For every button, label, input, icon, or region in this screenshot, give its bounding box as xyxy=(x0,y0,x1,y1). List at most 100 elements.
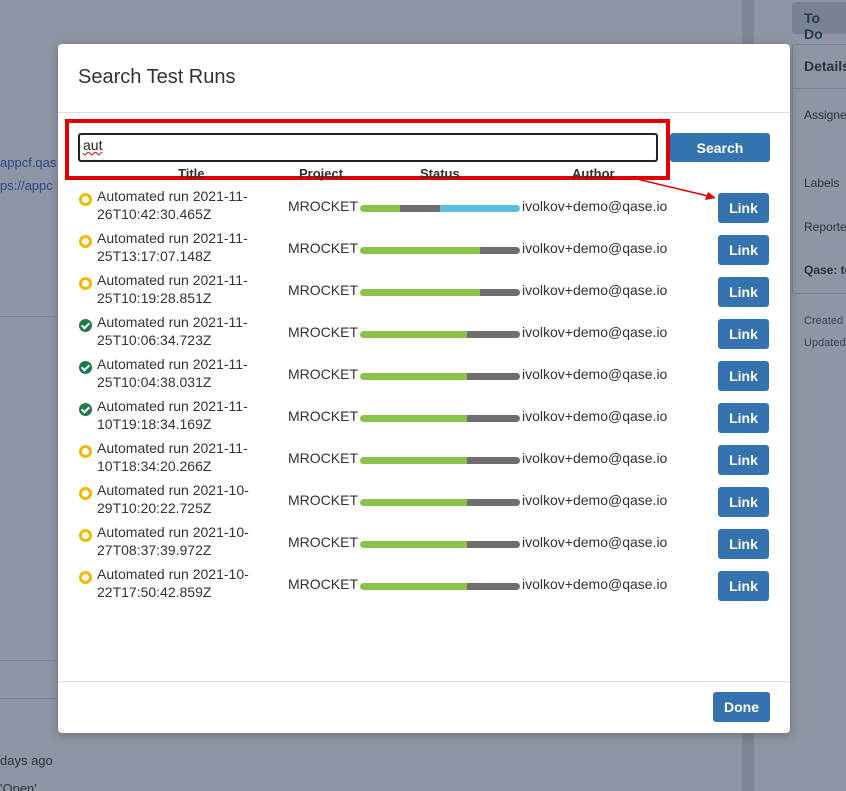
run-title: Automated run 2021-11-25T10:19:28.851Z xyxy=(97,272,248,306)
progress-segment xyxy=(360,583,468,590)
dialog-title: Search Test Runs xyxy=(78,66,236,88)
run-project: MROCKET xyxy=(288,450,358,466)
search-input-value: aut xyxy=(83,137,103,153)
details-panel xyxy=(792,44,846,294)
check-circle-icon xyxy=(79,361,92,374)
progress-segment xyxy=(360,457,468,464)
reporter-label: Reporte xyxy=(804,220,846,234)
progress-segment xyxy=(467,583,520,590)
dialog-footer: Done xyxy=(58,681,790,733)
test-run-row: Automated run 2021-10-27T08:37:39.972Z MR… xyxy=(58,521,790,563)
column-header-author: Author xyxy=(572,166,615,181)
run-progress-bar xyxy=(360,289,520,296)
run-title: Automated run 2021-10-29T10:20:22.725Z xyxy=(97,482,249,516)
assignee-label: Assigne xyxy=(804,108,846,122)
run-title: Automated run 2021-10-22T17:50:42.859Z xyxy=(97,566,249,600)
run-progress-bar xyxy=(360,373,520,380)
progress-segment xyxy=(480,289,520,296)
test-run-row: Automated run 2021-11-26T10:42:30.465Z MR… xyxy=(58,185,790,227)
run-author: ivolkov+demo@qase.io xyxy=(522,576,668,592)
progress-segment xyxy=(467,373,520,380)
in-progress-circle-icon xyxy=(79,529,92,542)
run-project: MROCKET xyxy=(288,240,358,256)
link-button[interactable]: Link xyxy=(718,319,769,349)
done-button[interactable]: Done xyxy=(713,692,770,722)
bg-open-status: 'Open' xyxy=(0,781,37,791)
check-circle-icon xyxy=(79,403,92,416)
test-run-row: Automated run 2021-11-25T13:17:07.148Z MR… xyxy=(58,227,790,269)
check-circle-icon xyxy=(79,319,92,332)
run-title: Automated run 2021-11-25T10:06:34.723Z xyxy=(97,314,248,348)
search-test-runs-dialog: Search Test Runs aut Search Title Projec… xyxy=(58,44,790,733)
progress-segment xyxy=(467,457,520,464)
link-button[interactable]: Link xyxy=(718,277,769,307)
run-title: Automated run 2021-11-10T19:18:34.169Z xyxy=(97,398,248,432)
progress-segment xyxy=(400,205,440,212)
test-run-row: Automated run 2021-10-29T10:20:22.725Z MR… xyxy=(58,479,790,521)
run-author: ivolkov+demo@qase.io xyxy=(522,408,668,424)
run-project: MROCKET xyxy=(288,492,358,508)
run-progress-bar xyxy=(360,541,520,548)
progress-segment xyxy=(360,205,400,212)
run-progress-bar xyxy=(360,499,520,506)
column-header-title: Title xyxy=(178,166,205,181)
run-project: MROCKET xyxy=(288,534,358,550)
run-progress-bar xyxy=(360,247,520,254)
link-button[interactable]: Link xyxy=(718,235,769,265)
run-project: MROCKET xyxy=(288,324,358,340)
run-title: Automated run 2021-11-10T18:34:20.266Z xyxy=(97,440,248,474)
in-progress-circle-icon xyxy=(79,235,92,248)
in-progress-circle-icon xyxy=(79,193,92,206)
test-run-row: Automated run 2021-11-10T19:18:34.169Z MR… xyxy=(58,395,790,437)
run-author: ivolkov+demo@qase.io xyxy=(522,366,668,382)
run-title: Automated run 2021-11-25T13:17:07.148Z xyxy=(97,230,248,264)
run-title: Automated run 2021-11-25T10:04:38.031Z xyxy=(97,356,248,390)
run-progress-bar xyxy=(360,457,520,464)
progress-segment xyxy=(440,205,520,212)
dialog-header: Search Test Runs xyxy=(58,44,790,113)
run-author: ivolkov+demo@qase.io xyxy=(522,240,668,256)
link-button[interactable]: Link xyxy=(718,487,769,517)
bg-days-ago: days ago xyxy=(0,753,53,768)
created-meta: Created xyxy=(804,315,844,327)
test-run-row: Automated run 2021-11-25T10:19:28.851Z MR… xyxy=(58,269,790,311)
run-progress-bar xyxy=(360,415,520,422)
run-progress-bar xyxy=(360,205,520,212)
search-input[interactable]: aut xyxy=(78,133,658,162)
progress-segment xyxy=(467,331,520,338)
run-title: Automated run 2021-11-26T10:42:30.465Z xyxy=(97,188,248,222)
progress-segment xyxy=(467,415,520,422)
progress-segment xyxy=(480,247,520,254)
progress-segment xyxy=(360,331,468,338)
link-button[interactable]: Link xyxy=(718,445,769,475)
run-project: MROCKET xyxy=(288,366,358,382)
link-button[interactable]: Link xyxy=(718,529,769,559)
column-header-status: Status xyxy=(420,166,460,181)
run-project: MROCKET xyxy=(288,576,358,592)
test-run-row: Automated run 2021-11-25T10:06:34.723Z MR… xyxy=(58,311,790,353)
test-run-row: Automated run 2021-11-25T10:04:38.031Z MR… xyxy=(58,353,790,395)
bg-link-1: appcf.qas xyxy=(0,155,57,170)
details-title: Details xyxy=(804,58,846,74)
progress-segment xyxy=(360,415,468,422)
link-button[interactable]: Link xyxy=(718,193,769,223)
search-button[interactable]: Search xyxy=(670,133,770,162)
test-runs-list: Automated run 2021-11-26T10:42:30.465Z MR… xyxy=(58,185,790,605)
progress-segment xyxy=(360,247,480,254)
labels-label: Labels xyxy=(804,176,840,190)
run-title: Automated run 2021-10-27T08:37:39.972Z xyxy=(97,524,249,558)
in-progress-circle-icon xyxy=(79,277,92,290)
run-project: MROCKET xyxy=(288,282,358,298)
link-button[interactable]: Link xyxy=(718,403,769,433)
progress-segment xyxy=(360,289,480,296)
run-author: ivolkov+demo@qase.io xyxy=(522,282,668,298)
link-button[interactable]: Link xyxy=(718,361,769,391)
test-run-row: Automated run 2021-10-22T17:50:42.859Z MR… xyxy=(58,563,790,605)
run-author: ivolkov+demo@qase.io xyxy=(522,492,668,508)
column-header-project: Project xyxy=(299,166,344,181)
qase-label: Qase: te xyxy=(804,263,846,277)
link-button[interactable]: Link xyxy=(718,571,769,601)
progress-segment xyxy=(360,541,468,548)
run-author: ivolkov+demo@qase.io xyxy=(522,324,668,340)
bg-link-2: ps://appc xyxy=(0,178,53,193)
